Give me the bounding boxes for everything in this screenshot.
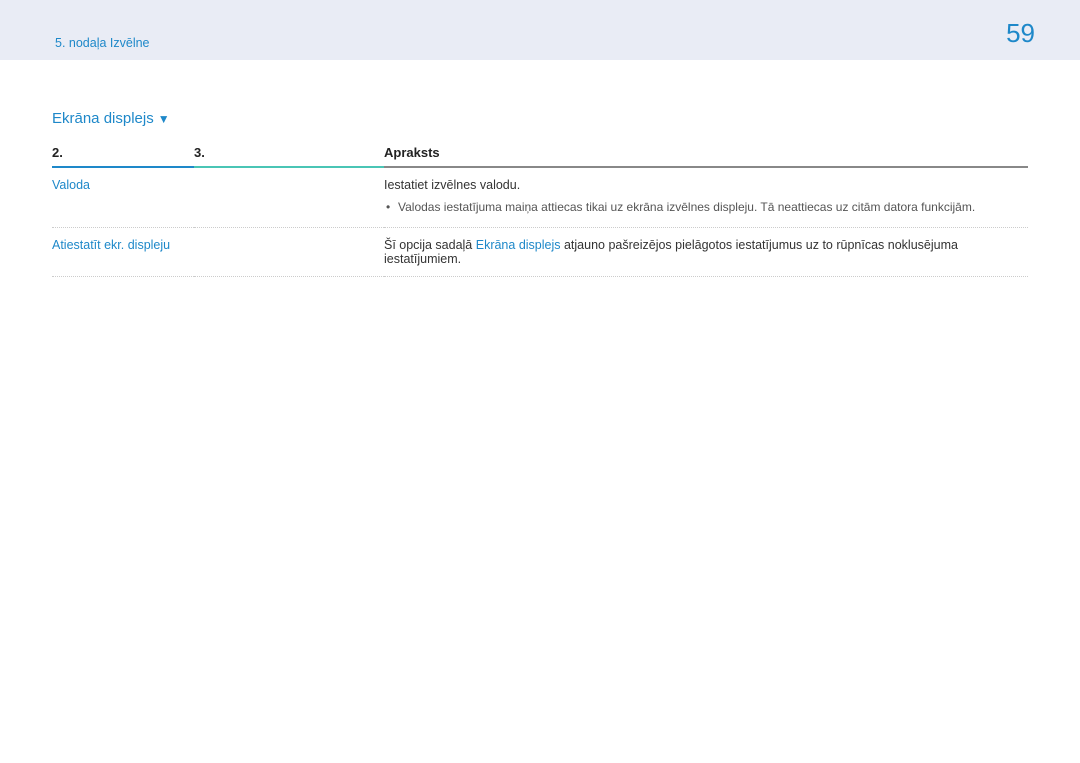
page-number: 59 bbox=[1006, 18, 1035, 49]
dropdown-arrow-icon: ▼ bbox=[158, 112, 170, 126]
settings-table: 2. 3. Apraksts Valoda Iestatiet izvēlnes… bbox=[52, 139, 1028, 277]
header-bar: 5. nodaļa Izvēlne 59 bbox=[0, 0, 1080, 60]
section-title-text: Ekrāna displejs bbox=[52, 110, 154, 127]
table-row: Atiestatīt ekr. displeju Šī opcija sadaļ… bbox=[52, 228, 1028, 277]
setting-description: Iestatiet izvēlnes valodu. Valodas iesta… bbox=[384, 168, 1028, 228]
desc-bullet-list: Valodas iestatījuma maiņa attiecas tikai… bbox=[384, 198, 1024, 217]
setting-description: Šī opcija sadaļā Ekrāna displejs atjauno… bbox=[384, 228, 1028, 277]
setting-name: Valoda bbox=[52, 168, 384, 228]
setting-name: Atiestatīt ekr. displeju bbox=[52, 228, 384, 277]
desc-pre: Šī opcija sadaļā bbox=[384, 238, 476, 252]
table-header-col2: 3. bbox=[194, 139, 384, 166]
desc-bullet-item: Valodas iestatījuma maiņa attiecas tikai… bbox=[398, 198, 1024, 217]
desc-main: Iestatiet izvēlnes valodu. bbox=[384, 178, 520, 192]
section-title: Ekrāna displejs ▼ bbox=[52, 110, 1028, 127]
table-row: Valoda Iestatiet izvēlnes valodu. Valoda… bbox=[52, 168, 1028, 228]
breadcrumb: 5. nodaļa Izvēlne bbox=[55, 36, 150, 50]
content-area: Ekrāna displejs ▼ 2. 3. Apraksts Valoda bbox=[0, 110, 1080, 277]
table-header-col3: Apraksts bbox=[384, 139, 1028, 166]
table-header-col1: 2. bbox=[52, 139, 194, 166]
desc-inline-link: Ekrāna displejs bbox=[476, 238, 561, 252]
table-header-row: 2. 3. Apraksts bbox=[52, 139, 1028, 166]
